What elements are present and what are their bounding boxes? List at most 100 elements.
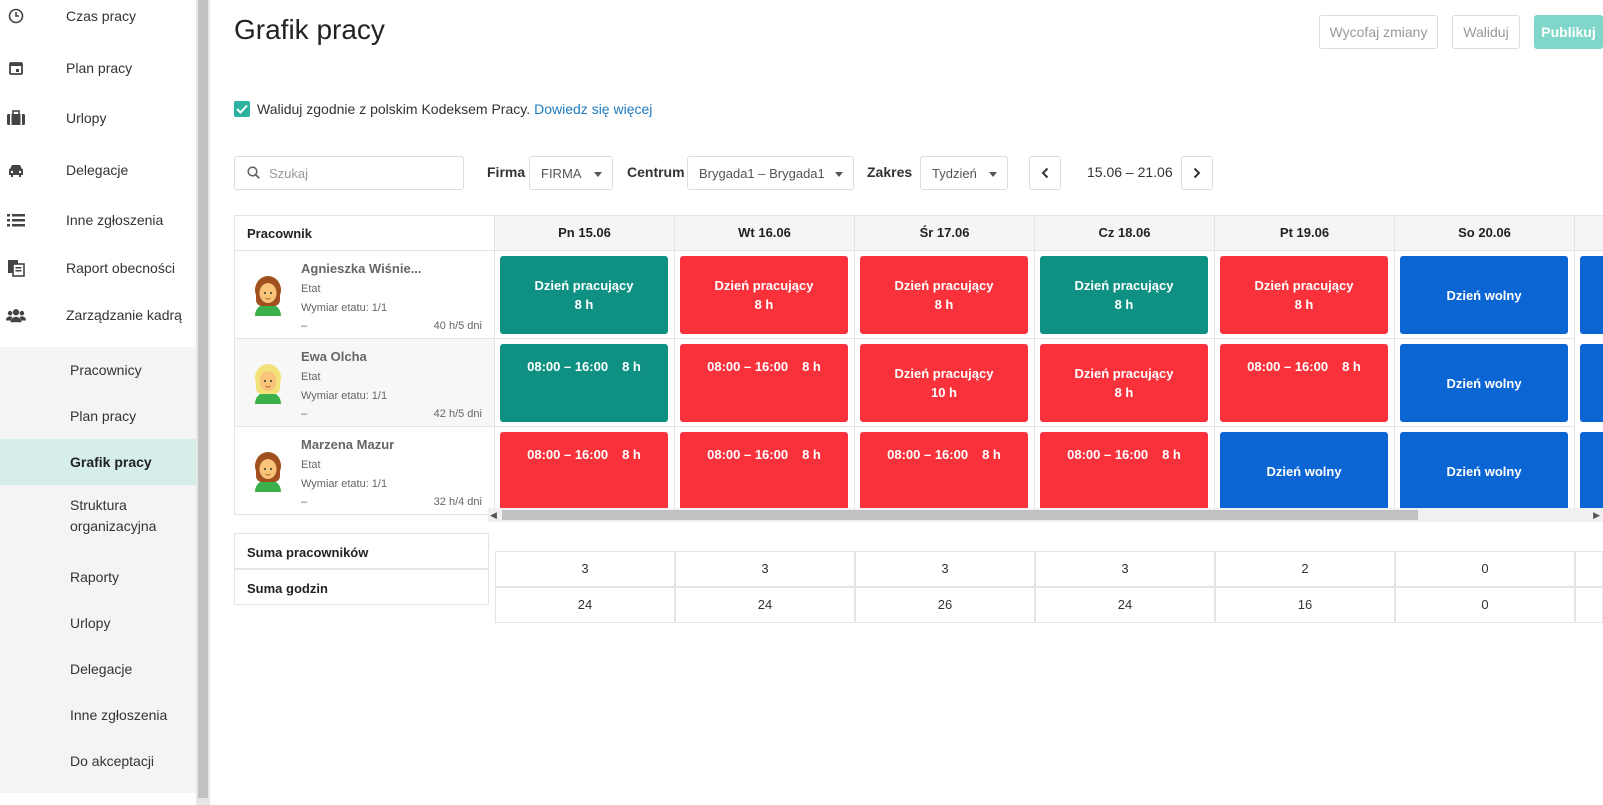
sidebar-item-raport-obecnosci[interactable]: Raport obecności — [0, 248, 196, 288]
shift-cell[interactable]: Dzień wolny — [1220, 432, 1388, 510]
shift-cell[interactable]: Dzień pracujący 8 h — [860, 256, 1028, 334]
shift-cell[interactable]: Dzień pracujący 8 h — [1040, 344, 1208, 422]
previous-week-button[interactable] — [1029, 156, 1061, 190]
day-column-header: Wt 16.06 — [675, 215, 855, 251]
submenu-item-label: Plan pracy — [70, 407, 137, 424]
sidebar-item-czas-pracy[interactable]: Czas pracy — [0, 0, 196, 36]
submenu-item-delegacje[interactable]: Delegacje — [0, 646, 196, 692]
revert-changes-button[interactable]: Wycofaj zmiany — [1319, 15, 1438, 49]
search-input[interactable] — [269, 163, 449, 183]
scroll-left-icon[interactable]: ◀ — [490, 510, 497, 521]
scrollbar-thumb[interactable] — [198, 0, 208, 798]
shift-cell[interactable]: 08:00 – 16:00 8 h — [1220, 344, 1388, 422]
shift-cell[interactable]: 08:00 – 16:00 8 h — [680, 344, 848, 422]
sidebar-item-zarzadzanie-kadra[interactable]: Zarządzanie kadrą — [0, 295, 196, 335]
employee-hours: 32 h/4 dni — [433, 496, 482, 508]
employee-row[interactable]: Marzena Mazur Etat Wymiar etatu: 1/1 – 32 h/… — [234, 427, 495, 515]
publish-button[interactable]: Publikuj — [1534, 15, 1603, 49]
sum-employees-value: 3 — [1035, 551, 1215, 587]
sidebar-scrollbar[interactable] — [196, 0, 210, 805]
shift-duration: 8 h — [1162, 447, 1181, 462]
employee-column-header: Pracownik — [234, 215, 495, 251]
submenu-item-plan-pracy[interactable]: Plan pracy — [0, 393, 196, 439]
employee-fte: Wymiar etatu: 1/1 — [301, 390, 388, 402]
sum-hours-value: 26 — [855, 587, 1035, 623]
shift-duration: 8 h — [934, 297, 954, 312]
employee-row[interactable]: Agnieszka Wiśnie... Etat Wymiar etatu: 1/1… — [234, 251, 495, 339]
shift-cell-partial[interactable] — [1580, 344, 1603, 422]
shift-status: Dzień pracujący — [1074, 278, 1174, 293]
sidebar-item-delegacje[interactable]: Delegacje — [0, 150, 196, 190]
shift-cell[interactable]: Dzień pracujący 8 h — [1220, 256, 1388, 334]
shift-duration: 8 h — [622, 447, 641, 462]
shift-cell[interactable]: Dzień wolny — [1400, 344, 1568, 422]
sidebar-item-urlopy[interactable]: Urlopy — [0, 98, 196, 138]
employee-row[interactable]: Ewa Olcha Etat Wymiar etatu: 1/1 – 42 h/5 dn… — [234, 339, 495, 427]
shift-duration: 8 h — [1114, 297, 1134, 312]
day-column-header: Cz 18.06 — [1035, 215, 1215, 251]
submenu-item-pracownicy[interactable]: Pracownicy — [0, 347, 196, 393]
list-icon — [6, 210, 26, 230]
scrollbar-thumb[interactable] — [502, 510, 1418, 520]
shift-cell[interactable]: 08:00 – 16:00 8 h — [680, 432, 848, 510]
shift-duration: 8 h — [802, 447, 821, 462]
zakres-select[interactable]: Tydzień — [920, 156, 1008, 190]
horizontal-scrollbar[interactable]: ◀ ▶ — [488, 508, 1603, 522]
shift-cell-partial[interactable] — [1580, 432, 1603, 510]
shift-cell[interactable]: Dzień wolny — [1400, 256, 1568, 334]
submenu-item-label: Do akceptacji — [70, 752, 155, 769]
shift-duration: 8 h — [1342, 359, 1361, 374]
validate-button[interactable]: Waliduj — [1452, 15, 1520, 49]
learn-more-link[interactable]: Dowiedz się więcej — [534, 101, 652, 117]
scroll-right-icon[interactable]: ▶ — [1593, 510, 1600, 521]
submenu-item-urlopy[interactable]: Urlopy — [0, 600, 196, 646]
shift-duration: 8 h — [1294, 297, 1314, 312]
employee-name[interactable]: Marzena Mazur — [301, 437, 394, 452]
avatar — [255, 364, 281, 404]
checkmark-icon — [236, 104, 248, 114]
sum-employees-value: 2 — [1215, 551, 1395, 587]
sum-cell-partial — [1575, 587, 1603, 623]
suitcase-icon — [6, 108, 26, 128]
schedule-grid: Pracownik Pn 15.06 Wt 16.06 Śr 17.06 Cz 18.0… — [234, 215, 1603, 535]
shift-cell[interactable]: Dzień pracujący 8 h — [680, 256, 848, 334]
sidebar-item-plan-pracy[interactable]: Plan pracy — [0, 48, 196, 88]
employee-name[interactable]: Agnieszka Wiśnie... — [301, 261, 422, 276]
day-column-header: So 20.06 — [1395, 215, 1575, 251]
shift-cell-partial[interactable] — [1580, 256, 1603, 334]
employee-extra: – — [301, 320, 308, 332]
shift-cell[interactable]: 08:00 – 16:00 8 h — [500, 432, 668, 510]
next-week-button[interactable] — [1181, 156, 1213, 190]
submenu-item-struktura[interactable]: Struktura organizacyjna — [0, 488, 196, 544]
validate-checkbox[interactable] — [234, 101, 250, 117]
shift-cell[interactable]: Dzień pracujący 10 h — [860, 344, 1028, 422]
chevron-right-icon — [1193, 167, 1201, 179]
day-column-header-partial — [1575, 215, 1603, 251]
centrum-select[interactable]: Brygada1 – Brygada1 — [687, 156, 854, 190]
submenu-item-raporty[interactable]: Raporty — [0, 554, 196, 600]
submenu-item-inne-zgloszenia[interactable]: Inne zgłoszenia — [0, 692, 196, 738]
shift-cell[interactable]: 08:00 – 16:00 8 h — [860, 432, 1028, 510]
day-column-header: Śr 17.06 — [855, 215, 1035, 251]
submenu-item-label: Pracownicy — [70, 361, 142, 378]
shift-cell[interactable]: Dzień pracujący 8 h — [1040, 256, 1208, 334]
sidebar-item-inne-zgloszenia[interactable]: Inne zgłoszenia — [0, 200, 196, 240]
shift-cell[interactable]: 08:00 – 16:00 8 h — [500, 344, 668, 422]
zakres-label: Zakres — [867, 164, 913, 180]
sum-hours-label: Suma godzin — [234, 569, 489, 605]
submenu-item-do-akceptacji[interactable]: Do akceptacji — [0, 738, 196, 784]
shift-cell[interactable]: Dzień pracujący 8 h — [500, 256, 668, 334]
search-field[interactable] — [234, 156, 464, 190]
chevron-left-icon — [1041, 167, 1049, 179]
sidebar-item-label: Raport obecności — [66, 260, 175, 276]
sum-employees-value: 3 — [855, 551, 1035, 587]
submenu-item-grafik-pracy[interactable]: Grafik pracy — [0, 439, 196, 485]
avatar — [255, 276, 281, 316]
car-icon — [6, 160, 26, 180]
shift-cell[interactable]: Dzień wolny — [1400, 432, 1568, 510]
sidebar-item-label: Inne zgłoszenia — [66, 212, 164, 228]
employee-name[interactable]: Ewa Olcha — [301, 349, 367, 364]
firma-select[interactable]: FIRMA — [529, 156, 613, 190]
sum-cell-partial — [1575, 551, 1603, 587]
shift-cell[interactable]: 08:00 – 16:00 8 h — [1040, 432, 1208, 510]
